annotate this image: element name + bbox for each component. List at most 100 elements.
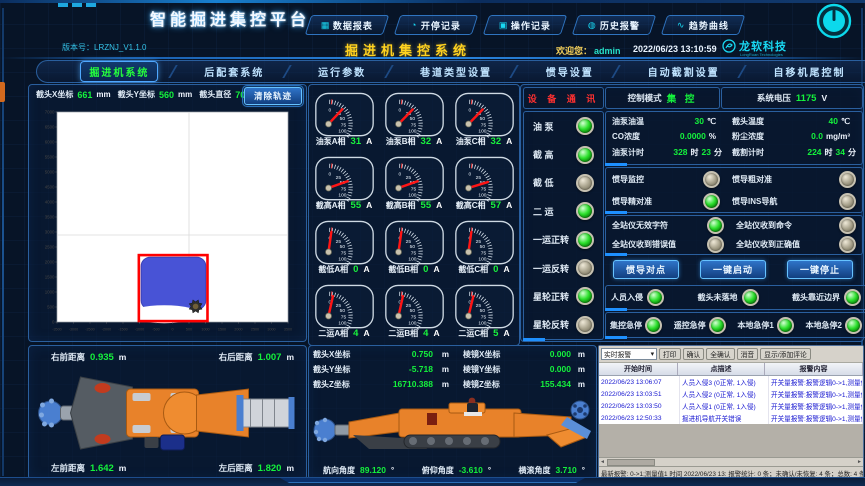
svg-text:-2000: -2000 [102,328,111,332]
motor-indicator-row: 一运反转 [524,259,603,277]
sensor-value: 224 [807,147,821,157]
svg-text:0: 0 [171,328,173,332]
gauge-value: 0 [353,264,358,275]
svg-text:75: 75 [340,314,346,320]
total-station-cell: 全站仪收到正确值 [730,235,862,254]
main-tab-bar: 掘进机系统 后配套系统 运行参数 巷道类型设置 惯导设置 自动截割设置 自移机尾… [36,60,865,83]
scrollbar-thumb[interactable] [607,459,655,466]
alarm-col-point-desc[interactable]: 点描述 [678,363,765,375]
gauge-unit: A [433,264,439,274]
username: admin [594,46,621,56]
sensor-label: 截割计时 [732,147,764,158]
menu-button[interactable]: ◍ 历史报警 [572,15,656,35]
main-tab[interactable]: 巷道类型设置 [412,62,500,81]
alarm-toolbar: 实时报警 ▾ 打印 确认 全确认 消音 显示/添加评论 [599,346,863,363]
position-value: 16710.388 [371,379,433,389]
left-edge-deco [2,8,4,476]
main-tab[interactable]: 掘进机系统 [80,61,158,82]
svg-text:75: 75 [480,314,486,320]
gauge-unit: A [436,136,442,146]
motor-indicator-row: 星轮反转 [524,316,603,334]
distance-value: 0.935 [90,352,114,363]
alarm-toolbar-button[interactable]: 显示/添加评论 [760,348,811,360]
alarm-toolbar-button[interactable]: 全确认 [706,348,734,360]
menu-button[interactable]: ∿ 趋势曲线 [661,15,745,35]
control-button[interactable]: 一键停止 [787,260,853,279]
ins-status-label: 惯导粗对准 [732,174,835,185]
safety-label: 截头未落地 [698,292,738,303]
motor-indicator-row: 截 低 [524,174,603,192]
svg-text:4500: 4500 [45,185,55,190]
ammeter-gauge: 0 25 50 75 100 截高A相 55 A [309,151,379,215]
alarm-filter-dropdown[interactable]: 实时报警 ▾ [601,348,657,360]
svg-text:100: 100 [338,320,346,326]
alarm-table-row[interactable]: 2022/06/23 13:03:50 人员入侵1 (0正常, 1入侵) 开关量… [599,400,863,412]
control-button[interactable]: 惯导对点 [613,260,679,279]
menu-button[interactable]: ▦ 数据报表 [305,15,389,35]
alarm-table-row[interactable]: 2022/06/23 13:06:07 人员入侵3 (0正常, 1入侵) 开关量… [599,376,863,388]
gauge-dial: 0 25 50 75 100 [383,156,446,203]
position-panel: 截头X坐标 0.750 m 棱镜X坐标 0.000 m 截头Y坐标 -5.718… [308,345,597,480]
svg-text:2500: 2500 [251,328,259,332]
alarm-toolbar-button[interactable]: 打印 [659,348,681,360]
motor-status-light [576,259,594,277]
alarm-hscrollbar[interactable]: ◄ ► [599,457,863,466]
alarm-col-start-time[interactable]: 开始时间 [599,363,678,375]
main-tab[interactable]: 自移机尾控制 [765,62,853,81]
control-mode-box: 控制模式 集 控 [605,87,720,109]
alarm-toolbar-button[interactable]: 确认 [683,348,705,360]
ammeter-gauge: 0 25 50 75 100 截低A相 0 A [309,215,379,279]
svg-text:1500: 1500 [218,328,226,332]
distance-unit: m [119,352,127,362]
sensor-unit: 时 [825,147,833,158]
top-border-deco [0,0,865,3]
control-button[interactable]: 一键启动 [700,260,766,279]
total-station-label: 全站仪收到命令 [736,220,835,231]
menu-button[interactable]: ◔ 开停记录 [394,15,478,35]
distance-label: 左后距离 [219,462,253,474]
menu-button[interactable]: ▣ 操作记录 [483,15,567,35]
clear-trace-button[interactable]: 清除轨迹 [244,87,302,105]
main-tab[interactable]: 惯导设置 [538,62,602,81]
power-button[interactable] [816,3,852,39]
total-station-cell: 全站仪收到错误值 [606,235,730,254]
scroll-right-icon[interactable]: ► [857,459,862,465]
main-tab[interactable]: 后配套系统 [196,62,272,81]
alarm-col-content[interactable]: 报警内容 [765,363,863,375]
tab-separator [611,65,630,78]
deco-square [86,3,96,7]
menu-icon: ◍ [588,20,596,31]
gauge-value: 32 [491,136,502,147]
sensor-value-2: 23 [702,147,711,157]
sensor-value: 0.0000 [680,131,706,141]
svg-text:25: 25 [335,239,341,245]
gauge-label: 截高B相 [386,200,416,211]
gauge-value: 4 [353,328,358,339]
alarm-table-row[interactable]: 2022/06/23 13:03:51 人员入侵2 (0正常, 1入侵) 开关量… [599,388,863,400]
menu-label: 历史报警 [600,19,640,32]
total-station-light [839,236,856,253]
motor-status-light [576,117,594,135]
alarm-table-header: 开始时间 点描述 报警内容 [599,363,863,376]
sensor-info-row: 油泵油温 30 ℃ [608,116,726,127]
gauge-dial: 0 25 50 75 100 [383,284,446,331]
gauge-value: 0 [423,264,428,275]
main-tab[interactable]: 运行参数 [310,62,374,81]
svg-text:75: 75 [480,250,486,256]
alarm-toolbar-button[interactable]: 消音 [737,348,759,360]
scroll-left-icon[interactable]: ◄ [600,459,605,465]
safety-light [844,289,861,306]
svg-text:75: 75 [410,122,416,128]
bottom-border-deco [0,477,865,486]
position-row: 截头Z坐标 16710.388 m 棱镜Z坐标 155.434 m [313,379,592,394]
alarm-table-row[interactable]: 2022/06/23 12:50:33 掘进机导航开关错误 开关量报警:报警逻辑… [599,412,863,424]
alarm-content: 开关量报警:报警逻辑0->1,测量值1 [769,376,863,388]
svg-text:25: 25 [475,303,481,309]
gauge-dial: 0 25 50 75 100 [383,220,446,267]
distance-label: 右前距离 [51,351,85,363]
svg-text:75: 75 [340,122,346,128]
angle-label: 横滚角度 [519,465,551,476]
total-station-label: 全站仪收到正确值 [736,239,835,250]
distance-front-right: 右前距离 0.935 m [51,351,126,363]
main-tab[interactable]: 自动截割设置 [640,62,728,81]
